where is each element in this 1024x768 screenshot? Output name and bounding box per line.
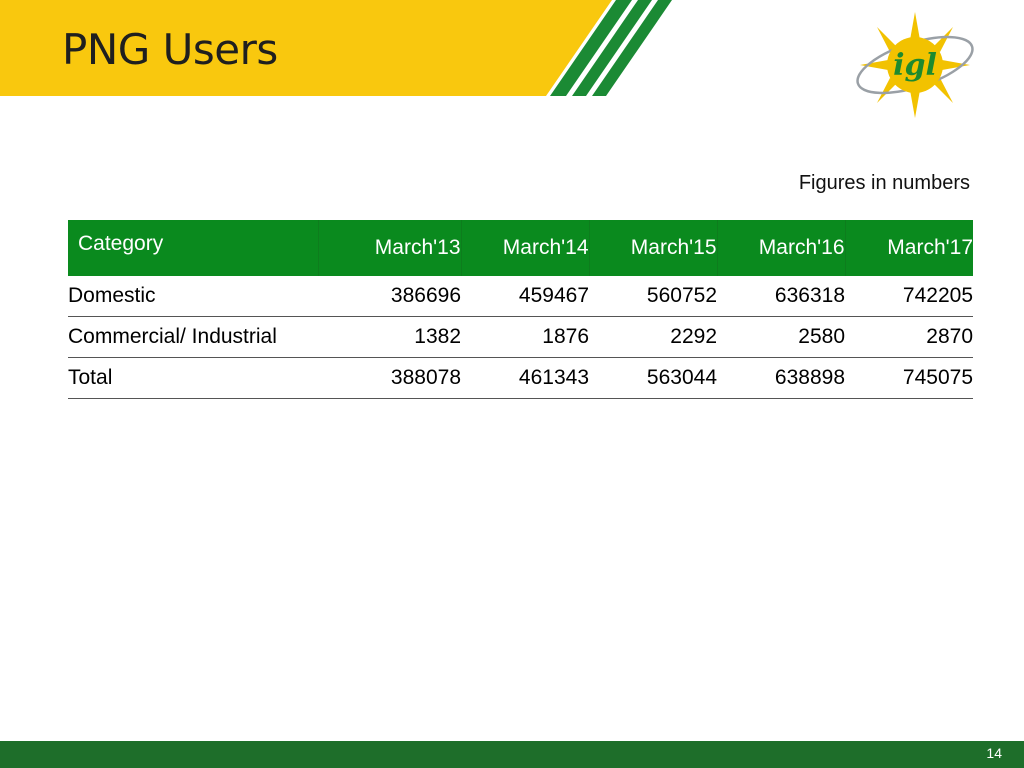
cell-value: 742205: [845, 276, 973, 317]
cell-value: 388078: [318, 357, 461, 399]
figures-note: Figures in numbers: [798, 172, 970, 194]
title-band: PNG Users: [0, 0, 680, 96]
slide-title: PNG Users: [62, 25, 278, 74]
cell-value: 461343: [461, 357, 589, 399]
cell-value: 2292: [589, 316, 717, 358]
igl-logo: igl: [856, 12, 974, 118]
cell-value: 636318: [717, 276, 845, 317]
footer-bar: [0, 741, 1024, 768]
table-row: Commercial/ Industrial 1382 1876 2292 25…: [68, 316, 973, 358]
header-march-13: March'13: [318, 220, 462, 276]
logo-text: igl: [893, 48, 937, 83]
cell-category: Total: [68, 357, 318, 399]
cell-value: 563044: [589, 357, 717, 399]
header-march-15: March'15: [589, 220, 718, 276]
header-march-17: March'17: [845, 220, 973, 276]
header-category: Category: [68, 220, 319, 276]
table-header-row: Category March'13 March'14 March'15 Marc…: [68, 220, 973, 276]
cell-category: Domestic: [68, 276, 318, 317]
cell-value: 638898: [717, 357, 845, 399]
table-row: Domestic 386696 459467 560752 636318 742…: [68, 276, 973, 317]
cell-value: 2580: [717, 316, 845, 358]
cell-value: 1876: [461, 316, 589, 358]
header-march-14: March'14: [461, 220, 590, 276]
cell-category: Commercial/ Industrial: [68, 316, 318, 358]
cell-value: 386696: [318, 276, 461, 317]
page-number: 14: [986, 745, 1002, 761]
cell-value: 1382: [318, 316, 461, 358]
cell-value: 560752: [589, 276, 717, 317]
cell-value: 745075: [845, 357, 973, 399]
png-users-table: Category March'13 March'14 March'15 Marc…: [68, 220, 973, 399]
cell-value: 459467: [461, 276, 589, 317]
cell-value: 2870: [845, 316, 973, 358]
table-row: Total 388078 461343 563044 638898 745075: [68, 357, 973, 399]
header-march-16: March'16: [717, 220, 846, 276]
